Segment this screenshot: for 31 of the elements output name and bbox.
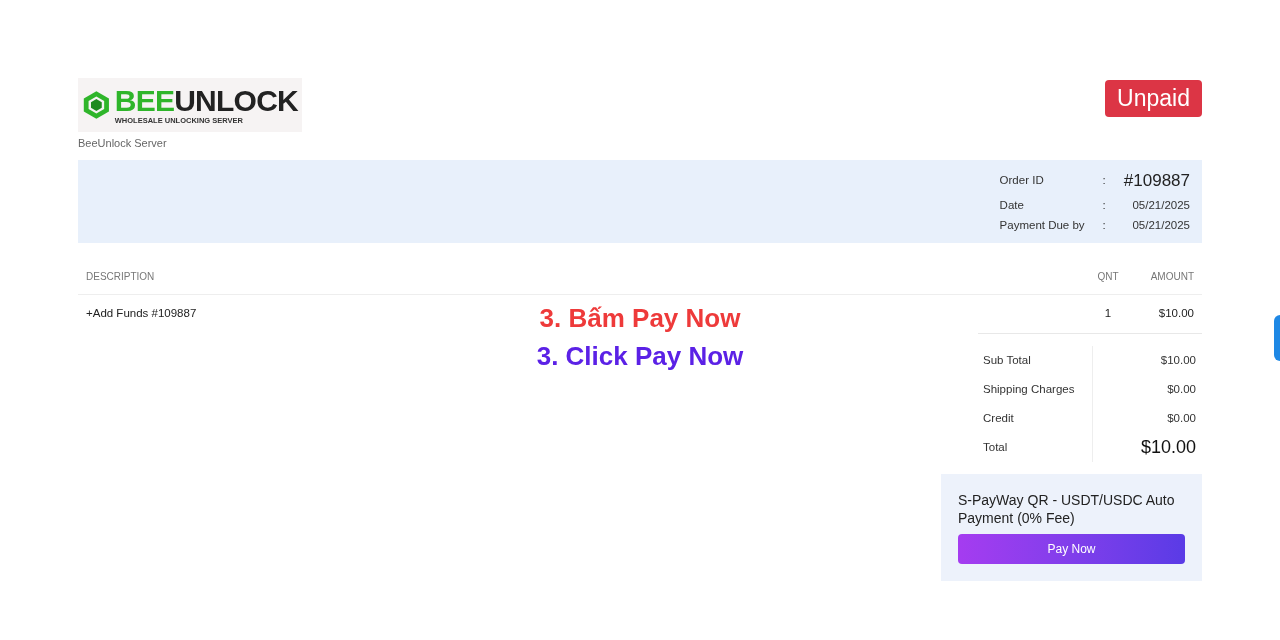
- table-cell-text: $10.00: [1157, 305, 1194, 321]
- feedback-tab[interactable]: [1274, 315, 1280, 361]
- totals-label: Sub Total: [978, 345, 1093, 375]
- column-header: AMOUNT: [1149, 269, 1194, 284]
- totals-value: $0.00: [1166, 410, 1196, 426]
- totals-value: $0.00: [1166, 381, 1196, 397]
- status-badge: Unpaid: [1105, 80, 1202, 117]
- pay-now-button[interactable]: Pay Now: [958, 533, 1185, 564]
- logo-wordmark: BEEUNLOCK: [114, 85, 298, 116]
- info-separator: :: [1101, 173, 1107, 189]
- instruction-caption: 3. Click Pay Now: [536, 340, 744, 372]
- instruction-caption: 3. Bấm Pay Now: [539, 302, 741, 334]
- company-name: BeeUnlock Server: [78, 136, 168, 151]
- totals-value: $10.00: [1139, 435, 1196, 459]
- table-cell-text: +Add Funds #109887: [86, 305, 197, 321]
- payment-method: S-PayWay QR - USDT/USDC Auto Payment (0% Fee): [958, 490, 1176, 527]
- info-value: 05/21/2025: [1131, 217, 1190, 233]
- column-header: QNT: [1096, 269, 1120, 284]
- totals-value: $10.00: [1159, 352, 1196, 368]
- totals-label: Credit: [978, 403, 1093, 433]
- totals-label: Shipping Charges: [978, 374, 1093, 404]
- info-label: Payment Due by: [999, 217, 1085, 233]
- column-header: DESCRIPTION: [86, 269, 156, 284]
- info-value: 05/21/2025: [1131, 197, 1190, 213]
- info-value: #109887: [1123, 170, 1190, 192]
- totals-label: Total: [978, 432, 1093, 462]
- info-separator: :: [1101, 217, 1107, 233]
- info-label: Date: [999, 197, 1025, 213]
- table-cell-text: 1: [1103, 305, 1113, 321]
- info-label: Order ID: [999, 173, 1045, 189]
- info-separator: :: [1101, 197, 1107, 213]
